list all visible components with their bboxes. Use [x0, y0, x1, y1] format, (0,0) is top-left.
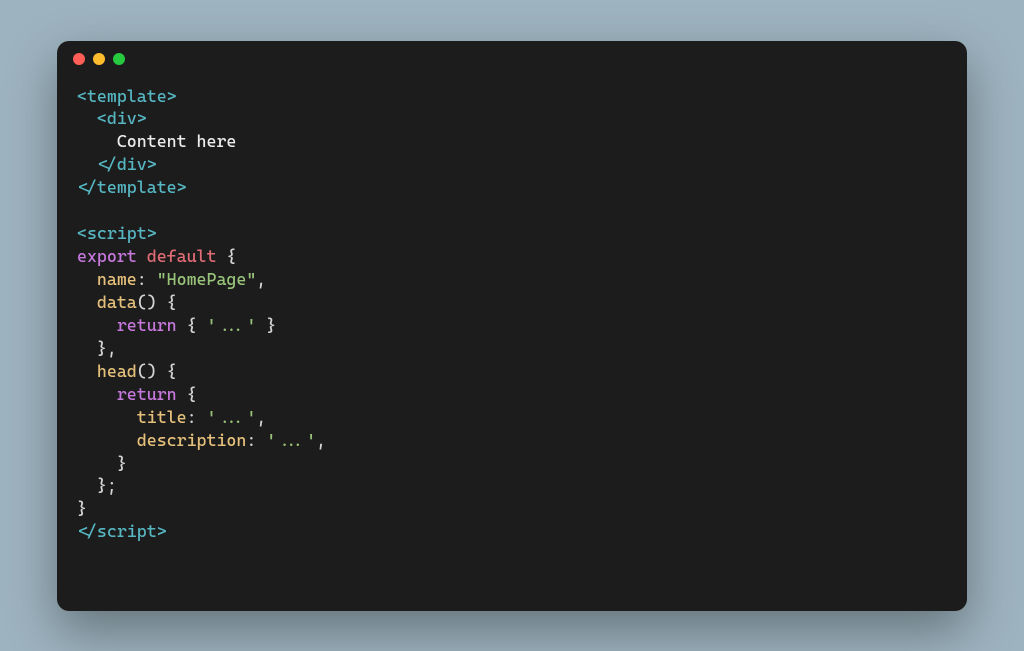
- code-token: [77, 269, 97, 289]
- code-token: data: [97, 292, 137, 312]
- code-token: head: [97, 361, 137, 381]
- code-token: ,: [316, 430, 326, 450]
- maximize-icon[interactable]: [113, 53, 125, 65]
- code-token: ,: [256, 269, 266, 289]
- minimize-icon[interactable]: [93, 53, 105, 65]
- titlebar: [57, 41, 967, 77]
- code-token: </: [77, 521, 97, 541]
- code-token: [77, 131, 117, 151]
- code-token: };: [97, 475, 117, 495]
- code-token: [77, 384, 117, 404]
- code-token: '...': [207, 315, 257, 335]
- code-token: </template>: [77, 177, 187, 197]
- code-token: [77, 154, 97, 174]
- code-token: () {: [137, 361, 177, 381]
- code-token: ,: [256, 407, 266, 427]
- code-token: }: [117, 453, 127, 473]
- code-window: <template> <div> Content here </div> </t…: [57, 41, 967, 611]
- code-token: [77, 475, 97, 495]
- code-token: export: [77, 246, 137, 266]
- code-token: "HomePage": [157, 269, 257, 289]
- code-token: {: [177, 315, 207, 335]
- code-token: '...': [207, 407, 257, 427]
- code-token: :: [246, 430, 266, 450]
- close-icon[interactable]: [73, 53, 85, 65]
- code-token: description: [137, 430, 247, 450]
- code-token: [77, 430, 137, 450]
- code-token: name: [97, 269, 137, 289]
- code-token: () {: [137, 292, 177, 312]
- code-token: :: [137, 269, 157, 289]
- code-token: </div>: [97, 154, 157, 174]
- code-token: script: [97, 521, 157, 541]
- code-token: '...': [266, 430, 316, 450]
- code-token: [77, 361, 97, 381]
- code-token: [77, 338, 97, 358]
- code-token: Content here: [117, 131, 237, 151]
- code-token: :: [187, 407, 207, 427]
- code-token: [77, 315, 117, 335]
- code-block: <template> <div> Content here </div> </t…: [57, 77, 967, 564]
- code-token: {: [177, 384, 197, 404]
- code-token: <template>: [77, 86, 177, 106]
- code-token: {: [216, 246, 236, 266]
- code-token: }: [77, 498, 87, 518]
- code-token: default: [137, 246, 217, 266]
- code-token: },: [97, 338, 117, 358]
- code-token: <div>: [97, 108, 147, 128]
- code-token: }: [256, 315, 276, 335]
- code-token: return: [117, 384, 177, 404]
- code-token: <script>: [77, 223, 157, 243]
- code-token: [77, 292, 97, 312]
- code-token: title: [137, 407, 187, 427]
- code-token: [77, 108, 97, 128]
- code-token: [77, 453, 117, 473]
- code-token: return: [117, 315, 177, 335]
- code-token: >: [157, 521, 167, 541]
- code-token: [77, 407, 137, 427]
